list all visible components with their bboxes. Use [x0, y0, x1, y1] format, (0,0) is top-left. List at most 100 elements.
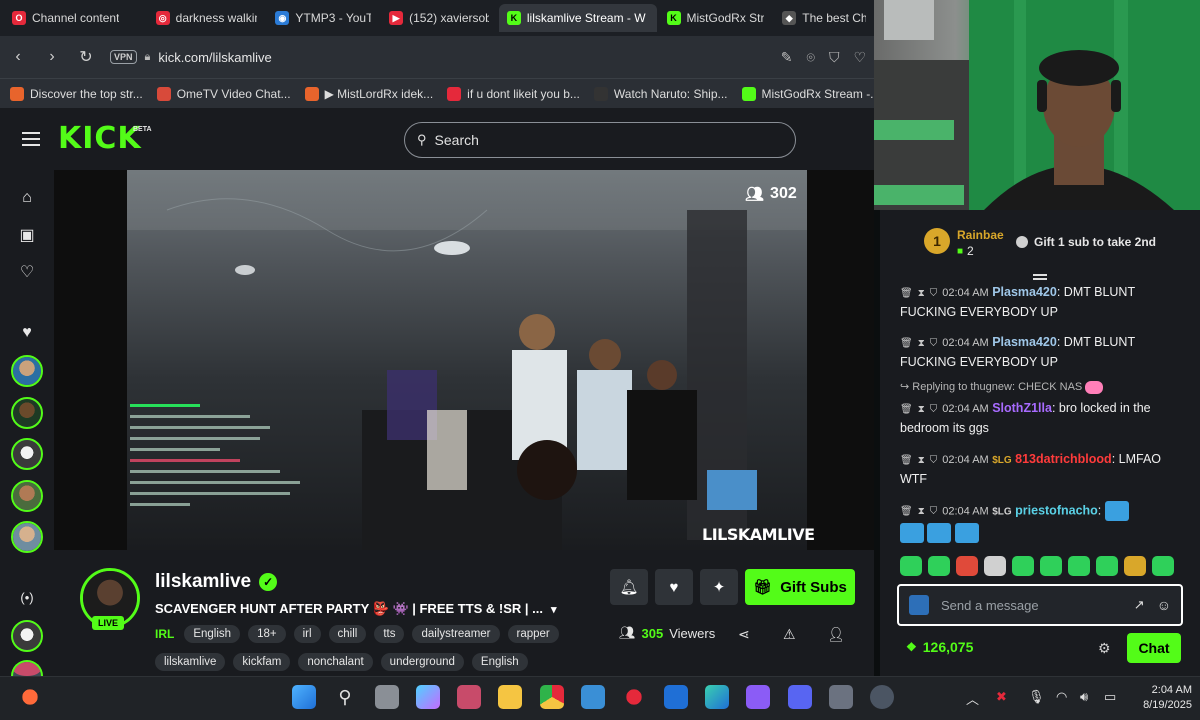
camera-icon[interactable] — [829, 685, 853, 709]
chat-username[interactable]: priestofnacho — [1015, 503, 1098, 517]
chrome-icon[interactable] — [540, 685, 564, 709]
following-heart-icon[interactable]: ♡ — [17, 263, 37, 283]
search-icon[interactable]: ⚲ — [333, 685, 357, 709]
leaderboard-name[interactable]: Rainbae — [957, 228, 1004, 242]
browser-tab[interactable]: ▶(152) xaviersobase — [381, 4, 497, 32]
user-action-icon[interactable]: 👤︎ — [827, 626, 845, 643]
home-icon[interactable]: ⌂ — [17, 188, 37, 208]
sparkle-button[interactable]: ✦ — [700, 569, 738, 605]
ban-icon[interactable]: ⛉ — [930, 506, 938, 517]
ban-icon[interactable]: ⛉ — [930, 288, 938, 299]
ban-icon[interactable]: ⛉ — [930, 338, 938, 349]
bookmark[interactable]: ▶ MistLordRx idek... — [304, 86, 433, 101]
bookmark[interactable]: Watch Naruto: Ship... — [593, 86, 728, 101]
channel-name[interactable]: lilskamlive ✓ — [155, 571, 278, 593]
gift-sub-prompt[interactable]: Gift 1 sub to take 2nd — [1016, 235, 1156, 249]
back-icon[interactable]: ‹ — [8, 48, 28, 66]
app-icon[interactable] — [870, 685, 894, 709]
timeout-icon[interactable]: ⧗ — [918, 338, 925, 349]
tag[interactable]: dailystreamer — [412, 625, 500, 643]
browser-tab[interactable]: O Channel content — [4, 4, 146, 32]
timeout-icon[interactable]: ⧗ — [918, 404, 925, 415]
emote[interactable] — [956, 556, 978, 576]
emoji-icon[interactable]: ☺ — [1157, 597, 1171, 613]
chevron-down-icon[interactable]: ▾ — [551, 603, 557, 616]
wifi-icon[interactable]: ◠ — [1056, 689, 1067, 705]
reload-icon[interactable]: ↻ — [76, 47, 96, 67]
chat-username[interactable]: Plasma420 — [992, 285, 1057, 299]
tag[interactable]: lilskamlive — [155, 653, 226, 671]
trash-icon[interactable]: 🗑︎ — [900, 404, 913, 415]
emote[interactable] — [1096, 556, 1118, 576]
gift-subs-button[interactable]: 🎁︎ Gift Subs — [745, 569, 855, 605]
followed-channel-avatar[interactable] — [11, 521, 43, 553]
app-icon[interactable] — [457, 685, 481, 709]
report-icon[interactable]: ⚠ — [783, 626, 796, 643]
tag[interactable]: chill — [328, 625, 367, 643]
opera-gx-icon[interactable] — [18, 685, 42, 709]
chevron-up-icon[interactable]: ︿ — [966, 689, 979, 708]
followed-channel-avatar[interactable] — [11, 438, 43, 470]
bookmark[interactable]: OmeTV Video Chat... — [156, 86, 291, 101]
bookmark[interactable]: Discover the top str... — [10, 86, 143, 101]
microphone-icon[interactable]: 🎙︎ — [1028, 689, 1045, 705]
emote[interactable] — [1012, 556, 1034, 576]
ban-icon[interactable]: ⛉ — [930, 404, 938, 415]
store-icon[interactable] — [581, 685, 605, 709]
commands-icon[interactable]: ↗ — [1134, 597, 1145, 613]
chat-send-button[interactable]: Chat — [1127, 633, 1181, 663]
browser-tab[interactable]: ◆The best ChatB — [774, 4, 874, 32]
kick-logo[interactable]: KICK — [58, 121, 142, 156]
share-icon[interactable]: ⋖ — [738, 626, 750, 643]
volume-icon[interactable]: 🔊︎ — [1080, 689, 1088, 705]
app-icon[interactable] — [746, 685, 770, 709]
emote[interactable] — [900, 556, 922, 576]
vpn-badge[interactable]: VPN — [110, 50, 137, 64]
browse-icon[interactable]: ▣ — [17, 226, 37, 246]
search-input[interactable]: ⚲ Search — [404, 122, 796, 158]
trash-icon[interactable]: 🗑︎ — [900, 288, 913, 299]
notification-bell-button[interactable]: 🔔︎ — [610, 569, 648, 605]
bookmark[interactable]: if u dont likeit you b... — [447, 86, 580, 101]
trash-icon[interactable]: 🗑︎ — [900, 455, 913, 466]
emote[interactable] — [1040, 556, 1062, 576]
reply-context[interactable]: ↪ Replying to thugnew: CHECK NAS — [900, 380, 1104, 394]
camera-icon[interactable]: ⌾ — [807, 49, 815, 66]
windows-start-icon[interactable] — [292, 685, 316, 709]
category-link[interactable]: IRL — [155, 627, 174, 641]
tag[interactable]: kickfam — [233, 653, 291, 671]
opera-icon[interactable] — [622, 685, 646, 709]
bookmark[interactable]: MistGodRx Stream -... — [741, 86, 874, 101]
timeout-icon[interactable]: ⧗ — [918, 506, 925, 517]
followed-channel-avatar[interactable] — [11, 355, 43, 387]
edge-icon[interactable] — [705, 685, 729, 709]
tag[interactable]: English — [184, 625, 241, 643]
tag[interactable]: irl — [293, 625, 321, 643]
tag[interactable]: 18+ — [248, 625, 286, 643]
menu-icon[interactable] — [22, 132, 40, 146]
tray-app-icon[interactable]: ✖ — [996, 689, 1007, 705]
tag[interactable]: rapper — [507, 625, 559, 643]
copilot-icon[interactable] — [416, 685, 440, 709]
tag[interactable]: underground — [380, 653, 464, 671]
timeout-icon[interactable]: ⧗ — [918, 288, 925, 299]
shield-icon[interactable]: ⛉ — [829, 49, 840, 66]
tag[interactable]: tts — [374, 625, 405, 643]
browser-tab[interactable]: ◎darkness walkin p — [148, 4, 266, 32]
chat-username[interactable]: Plasma420 — [992, 335, 1057, 349]
chat-username[interactable]: SlothZ1lla — [992, 401, 1052, 415]
emote[interactable] — [984, 556, 1006, 576]
edit-icon[interactable]: ✎ — [781, 49, 793, 66]
chat-username[interactable]: 813datrichblood — [1015, 452, 1112, 466]
live-broadcast-icon[interactable]: (•) — [17, 588, 37, 608]
channel-points[interactable]: ❖ 126,075 — [906, 639, 973, 655]
outlook-icon[interactable] — [664, 685, 688, 709]
task-view-icon[interactable] — [375, 685, 399, 709]
timeout-icon[interactable]: ⧗ — [918, 455, 925, 466]
browser-tab[interactable]: K MistGodRx Stre — [659, 4, 773, 32]
emote[interactable] — [1068, 556, 1090, 576]
trash-icon[interactable]: 🗑︎ — [900, 506, 913, 517]
trash-icon[interactable]: 🗑︎ — [900, 338, 913, 349]
browser-tab-active[interactable]: Klilskamlive Stream - W — [498, 4, 657, 32]
emote[interactable] — [1152, 556, 1174, 576]
